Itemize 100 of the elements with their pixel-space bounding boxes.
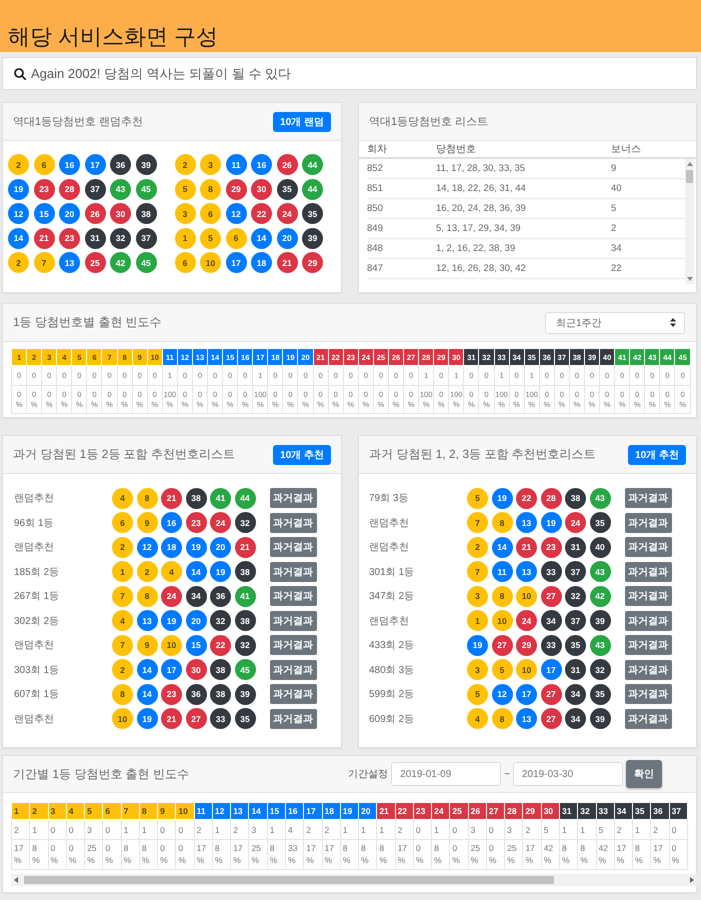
count-cell: 2 [614,820,633,840]
number-ball: 4 [112,488,133,509]
number-header-cell: 4 [66,802,85,820]
percent-cell: 0 % [48,840,66,870]
round-cell-text: 847 [367,263,384,274]
past-result-button[interactable]: 과거결과 [270,562,316,582]
number-ball: 38 [234,610,256,632]
scrollbar-thumb[interactable] [686,170,693,183]
percent-cell: 17 % [650,840,670,870]
number-ball: 45 [136,178,156,200]
number-ball: 17 [516,684,537,705]
number-ball: 3 [467,586,488,607]
number-ball: 33 [540,561,562,582]
number-ball: 20 [276,228,298,248]
caret-up-icon[interactable] [686,162,692,166]
number-ball: 43 [110,178,131,200]
number-header-cell: 13 [230,802,249,820]
past-result-button[interactable]: 과거결과 [624,537,672,558]
scrollbar-thumb[interactable] [24,876,554,884]
number-ball: 34 [565,684,586,705]
row-label: 302회 2등 [14,614,60,628]
past-result-button[interactable]: 과거결과 [624,586,672,606]
count-cell: 0 [66,820,85,840]
start-date-field[interactable]: 2019-01-09 [391,762,502,786]
number-ball: 32 [234,512,256,534]
past-result-button[interactable]: 과거결과 [624,610,672,631]
round-cell-text: 848 [367,243,384,254]
past-result-button[interactable]: 과거결과 [270,635,316,656]
number-ball: 16 [59,154,80,175]
count-cell: 1 [376,820,396,840]
past-result-button[interactable]: 과거결과 [624,635,672,656]
random-button[interactable]: 10개 랜덤 [273,112,331,132]
search-field[interactable]: Again 2002! 당첨의 역사는 되풀이 될 수 있다 [2,57,697,90]
past-result-button[interactable]: 과거결과 [270,586,316,606]
past-result-button[interactable]: 과거결과 [624,488,672,508]
row-label: 599회 2등 [369,688,416,702]
number-ball: 6 [200,203,221,224]
number-ball: 2 [8,154,29,175]
past-result-button[interactable]: 과거결과 [624,660,672,680]
caret-down-icon[interactable] [686,277,692,281]
numbers-cell-text: 5, 13, 17, 29, 34, 39 [436,223,522,234]
number-ball: 24 [516,610,537,632]
number-ball: 26 [84,203,106,224]
column-header: 보너스 [611,143,642,156]
number-ball: 40 [590,536,610,558]
round-cell-text: 850 [367,203,384,214]
number-header-cell: 22 [395,802,414,820]
number-ball: 33 [540,634,562,656]
number-ball: 30 [251,178,272,200]
number-ball: 23 [59,228,80,248]
recommend-button[interactable]: 10개 추천 [628,444,686,464]
past-result-button[interactable]: 과거결과 [270,684,316,704]
number-ball: 43 [590,561,610,582]
number-ball: 36 [210,586,231,607]
percent-cell: 0 % [102,840,122,870]
number-ball: 16 [251,154,272,175]
period-select[interactable]: 최근1주간 [545,312,685,334]
percent-cell: 8 % [212,840,231,870]
percent-cell: 0 % [413,840,432,870]
scrollbar[interactable] [11,874,697,886]
scrollbar[interactable] [685,159,694,284]
number-ball: 37 [136,228,156,248]
confirm-button[interactable]: 확인 [626,760,662,788]
past-result-button[interactable]: 과거결과 [270,660,316,680]
bonus-cell-text: 40 [611,183,623,194]
percent-cell: 8 % [376,840,396,870]
number-ball: 4 [467,708,488,730]
number-ball: 32 [210,610,231,632]
number-ball: 23 [34,178,54,200]
numbers-cell-text: 11, 17, 28, 30, 33, 35 [436,163,526,174]
past-result-button[interactable]: 과거결과 [624,512,672,533]
caret-left-icon[interactable] [14,877,18,883]
past-result-button[interactable]: 과거결과 [624,708,672,729]
count-cell: 2 [322,820,340,840]
number-ball: 8 [136,586,158,607]
sort-caret-icon [670,318,676,327]
past-result-button[interactable]: 과거결과 [624,684,672,704]
past-result-button[interactable]: 과거결과 [270,488,316,508]
bonus-cell-text: 22 [611,263,623,274]
caret-right-icon[interactable] [690,877,694,883]
number-ball: 17 [226,252,246,273]
past-result-button[interactable]: 과거결과 [270,537,316,558]
number-ball: 5 [200,228,221,248]
past-result-button[interactable]: 과거결과 [270,512,316,533]
recommend-button[interactable]: 10개 추천 [273,444,331,464]
end-date-field[interactable]: 2019-03-30 [513,762,623,786]
number-ball: 7 [467,561,488,582]
percent-cell: 8 % [267,840,286,870]
row-label: 랜덤추천 [369,614,410,628]
number-ball: 16 [161,512,182,534]
past-result-button[interactable]: 과거결과 [270,610,316,631]
number-ball: 23 [186,512,206,534]
past-result-button[interactable]: 과거결과 [624,562,672,582]
number-ball: 36 [186,684,206,705]
number-ball: 6 [226,228,246,248]
count-cell: 1 [139,820,158,840]
number-header-cell: 31 [559,802,578,820]
past-result-button[interactable]: 과거결과 [270,708,316,729]
number-ball: 39 [136,154,156,175]
bonus-cell-text: 5 [611,203,618,214]
